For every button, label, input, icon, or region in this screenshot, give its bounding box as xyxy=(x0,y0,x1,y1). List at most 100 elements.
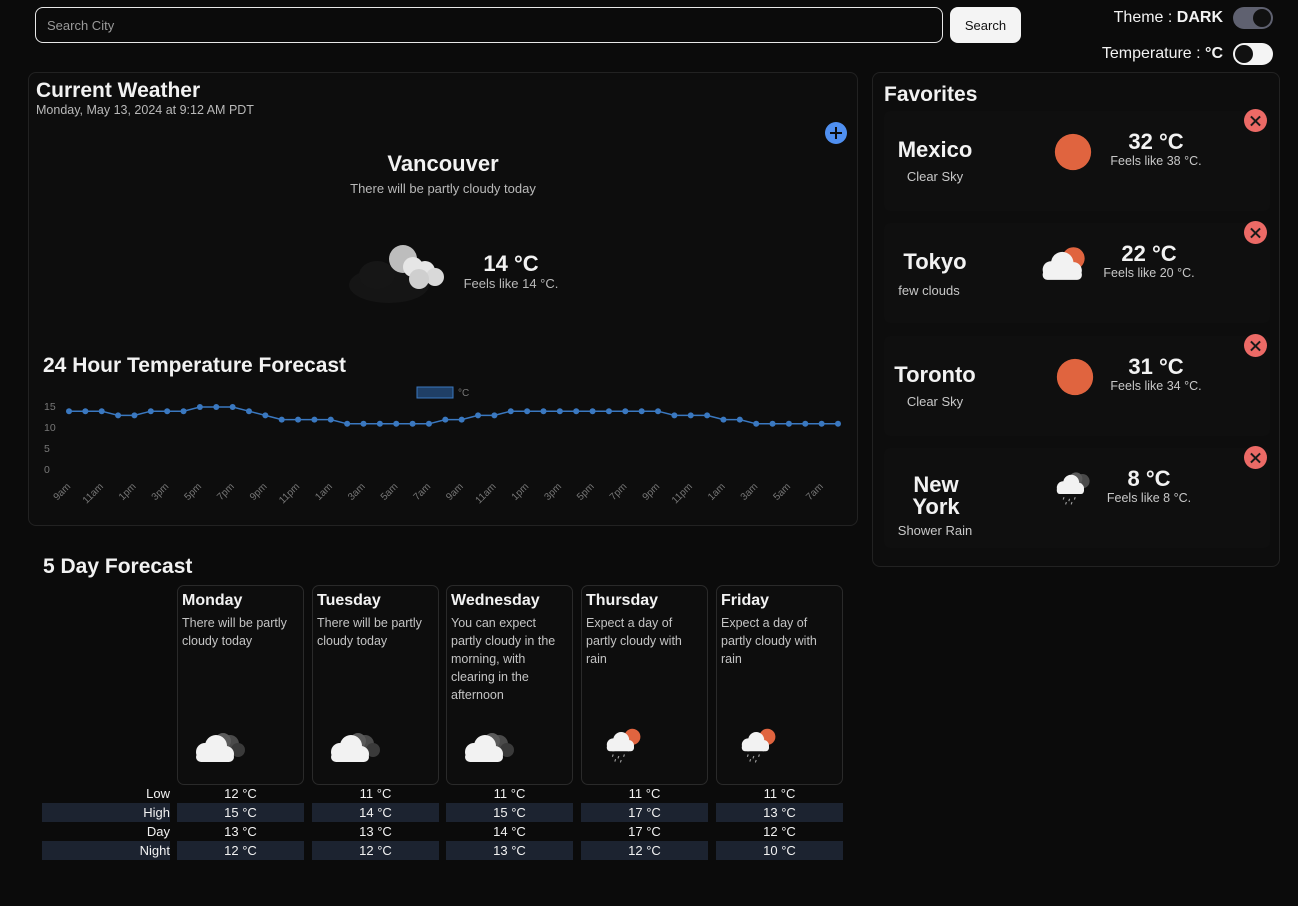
data-point xyxy=(720,416,727,423)
temp-unit-label: Temperature : °C xyxy=(1101,45,1223,62)
data-point xyxy=(589,408,596,415)
x-tick-label: 3pm xyxy=(542,481,564,503)
forecast-low-value: 11 °C xyxy=(763,786,796,801)
sun-rain-icon xyxy=(606,728,641,763)
data-point xyxy=(835,420,841,427)
x-tick-label: 11am xyxy=(474,481,499,506)
data-point xyxy=(491,412,498,419)
data-point xyxy=(655,408,662,415)
favorite-card[interactable]: New York Shower Rain 8 °C Feels like 8 °C. xyxy=(884,446,1270,548)
favorite-temp: 22 °C xyxy=(1121,241,1177,266)
data-point xyxy=(376,420,383,427)
remove-favorite-button[interactable] xyxy=(1244,446,1267,469)
remove-favorite-button[interactable] xyxy=(1244,109,1267,132)
data-point xyxy=(573,408,580,415)
forecast-day-name: Tuesday xyxy=(317,592,381,609)
partly-cloudy-night-icon xyxy=(349,245,444,303)
favorite-temp: 31 °C xyxy=(1128,354,1184,379)
data-point xyxy=(704,412,711,419)
five-day-forecast-heading: 5 Day Forecast xyxy=(43,555,193,578)
data-point xyxy=(638,408,645,415)
data-point xyxy=(278,416,285,423)
data-point xyxy=(393,420,400,427)
data-point xyxy=(475,412,482,419)
x-tick-label: 7am xyxy=(804,481,826,503)
x-tick-label: 9am xyxy=(444,481,466,503)
data-point xyxy=(82,408,89,415)
favorites-heading: Favorites xyxy=(884,83,978,106)
forecast-row-label: Night xyxy=(42,841,170,860)
favorite-card[interactable]: Mexico Clear Sky 32 °C Feels like 38 °C. xyxy=(884,109,1270,211)
legend-swatch xyxy=(416,386,454,399)
favorite-condition: Clear Sky xyxy=(906,394,964,409)
y-tick-label: 0 xyxy=(44,464,50,476)
forecast-day-name: Monday xyxy=(182,592,243,609)
data-point xyxy=(622,408,629,415)
forecast-day-card: Wednesday You can expect partly cloudy in… xyxy=(446,585,573,785)
favorite-card[interactable]: Tokyo few clouds 22 °C Feels like 20 °C. xyxy=(884,221,1270,323)
y-tick-label: 15 xyxy=(44,401,56,413)
forecast-high-value: 14 °C xyxy=(312,803,439,822)
forecast-day-card: Tuesday There will be partly cloudy today xyxy=(312,585,439,785)
current-city: Vancouver xyxy=(387,151,499,176)
favorite-temp: 8 °C xyxy=(1127,466,1171,491)
data-point xyxy=(115,412,122,419)
data-point xyxy=(213,404,220,410)
forecast-row-label: High xyxy=(42,803,170,822)
current-weather-heading: Current Weather xyxy=(36,79,201,102)
favorite-condition: Clear Sky xyxy=(906,169,964,184)
forecast-low-value: 11 °C xyxy=(493,786,526,801)
x-tick-label: 1pm xyxy=(117,481,139,503)
data-point xyxy=(753,420,760,427)
add-favorite-icon[interactable] xyxy=(825,122,847,144)
current-temp: 14 °C xyxy=(483,251,539,276)
forecast-day-description: Expect a day of partly cloudy with rain xyxy=(721,616,817,666)
favorite-feels-like: Feels like 20 °C. xyxy=(1103,266,1195,280)
forecast-low-value: 11 °C xyxy=(359,786,392,801)
x-tick-label: 1pm xyxy=(510,481,532,503)
forecast-night-value: 10 °C xyxy=(716,841,843,860)
search-input[interactable] xyxy=(35,7,943,43)
forecast-night-value: 12 °C xyxy=(177,841,304,860)
theme-toggle-row: Theme : DARK xyxy=(1114,7,1273,29)
data-point xyxy=(605,408,612,415)
favorite-city-name: New York xyxy=(912,472,960,519)
forecast-day-value: 13 °C xyxy=(359,824,392,839)
temp-unit-toggle[interactable] xyxy=(1233,43,1273,65)
hourly-forecast-heading: 24 Hour Temperature Forecast xyxy=(43,354,347,377)
favorite-feels-like: Feels like 38 °C. xyxy=(1110,154,1202,168)
data-point xyxy=(295,416,302,423)
data-point xyxy=(360,420,367,427)
x-tick-label: 5pm xyxy=(182,481,204,503)
theme-toggle[interactable] xyxy=(1233,7,1273,29)
y-tick-label: 10 xyxy=(44,422,56,434)
remove-favorite-button[interactable] xyxy=(1244,334,1267,357)
favorite-condition: few clouds xyxy=(898,283,960,298)
forecast-day-description: You can expect partly cloudy in the morn… xyxy=(451,616,556,702)
forecast-day-description: There will be partly cloudy today xyxy=(317,616,422,648)
x-tick-label: 7pm xyxy=(608,481,630,503)
data-point xyxy=(802,420,809,427)
data-point xyxy=(425,420,432,427)
cloud-icon xyxy=(331,733,380,762)
favorite-card[interactable]: Toronto Clear Sky 31 °C Feels like 34 °C. xyxy=(884,334,1270,436)
data-point xyxy=(344,420,351,427)
current-weather-panel: Current Weather Monday, May 13, 2024 at … xyxy=(28,72,858,526)
x-tick-label: 7am xyxy=(412,481,434,503)
forecast-day-card: Thursday Expect a day of partly cloudy wi… xyxy=(581,585,708,785)
forecast-day-value: 14 °C xyxy=(493,824,526,839)
data-point xyxy=(671,412,678,419)
forecast-high-value: 15 °C xyxy=(177,803,304,822)
data-point xyxy=(540,408,547,415)
x-tick-label: 11am xyxy=(81,481,106,506)
forecast-day-value: 13 °C xyxy=(224,824,257,839)
current-datetime: Monday, May 13, 2024 at 9:12 AM PDT xyxy=(36,103,254,117)
cloud-icon xyxy=(465,733,514,762)
forecast-low-value: 11 °C xyxy=(628,786,661,801)
search-button[interactable]: Search xyxy=(950,7,1021,43)
forecast-night-value: 13 °C xyxy=(446,841,573,860)
x-tick-label: 7pm xyxy=(215,481,237,503)
remove-favorite-button[interactable] xyxy=(1244,221,1267,244)
forecast-high-value: 13 °C xyxy=(716,803,843,822)
x-tick-label: 11pm xyxy=(277,481,302,506)
